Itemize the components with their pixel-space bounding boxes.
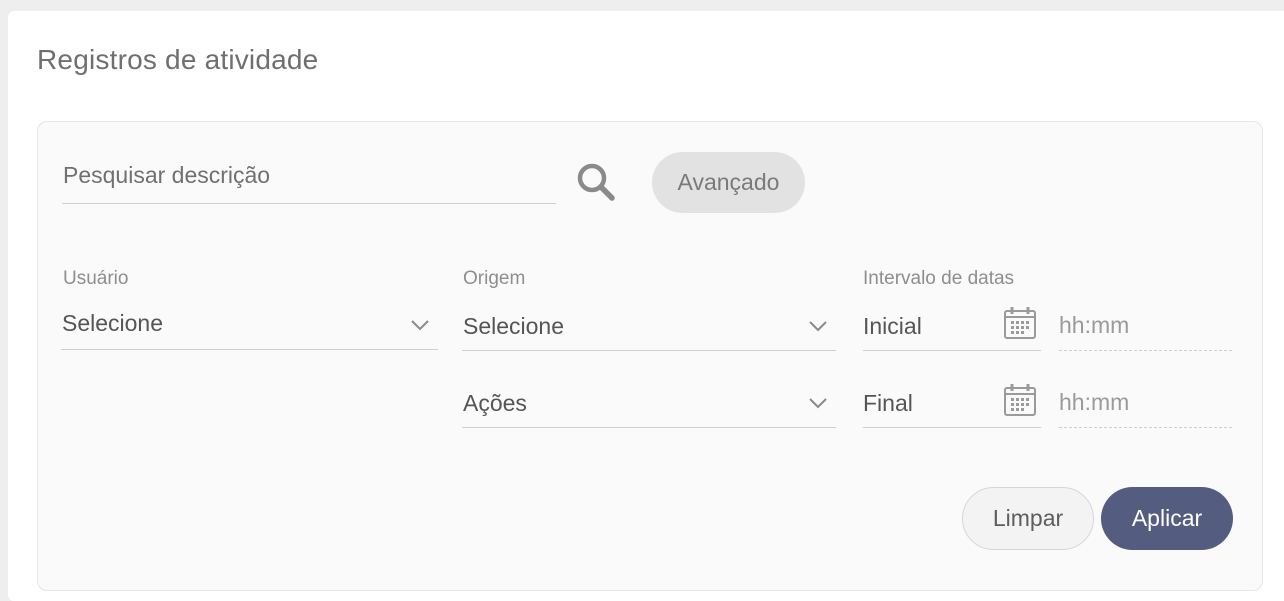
user-select-value: Selecione xyxy=(62,310,164,336)
calendar-icon[interactable] xyxy=(1003,383,1037,417)
search-icon xyxy=(577,163,615,201)
date-range-label: Intervalo de datas xyxy=(863,268,1015,289)
chevron-down-icon xyxy=(809,321,827,332)
origin-label: Origem xyxy=(463,268,526,289)
search-button[interactable] xyxy=(572,158,620,206)
advanced-search-button[interactable]: Avançado xyxy=(652,152,805,213)
calendar-icon[interactable] xyxy=(1003,306,1037,340)
chevron-down-icon xyxy=(411,320,429,331)
clear-button[interactable]: Limpar xyxy=(962,487,1094,550)
actions-select[interactable]: Ações xyxy=(462,384,836,428)
apply-button[interactable]: Aplicar xyxy=(1101,487,1233,550)
search-input[interactable] xyxy=(62,152,556,204)
origin-select[interactable]: Selecione xyxy=(462,307,836,351)
start-date-value: Inicial xyxy=(863,313,922,339)
end-time-input[interactable] xyxy=(1059,384,1232,428)
actions-select-value: Ações xyxy=(463,390,527,416)
start-time-input[interactable] xyxy=(1059,307,1232,351)
user-select[interactable]: Selecione xyxy=(61,306,438,350)
start-date-field[interactable]: Inicial xyxy=(863,307,1041,351)
origin-select-value: Selecione xyxy=(463,313,565,339)
end-date-value: Final xyxy=(863,390,913,416)
page-title: Registros de atividade xyxy=(37,44,319,75)
end-date-field[interactable]: Final xyxy=(863,384,1041,428)
chevron-down-icon xyxy=(809,398,827,409)
user-label: Usuário xyxy=(63,268,129,289)
